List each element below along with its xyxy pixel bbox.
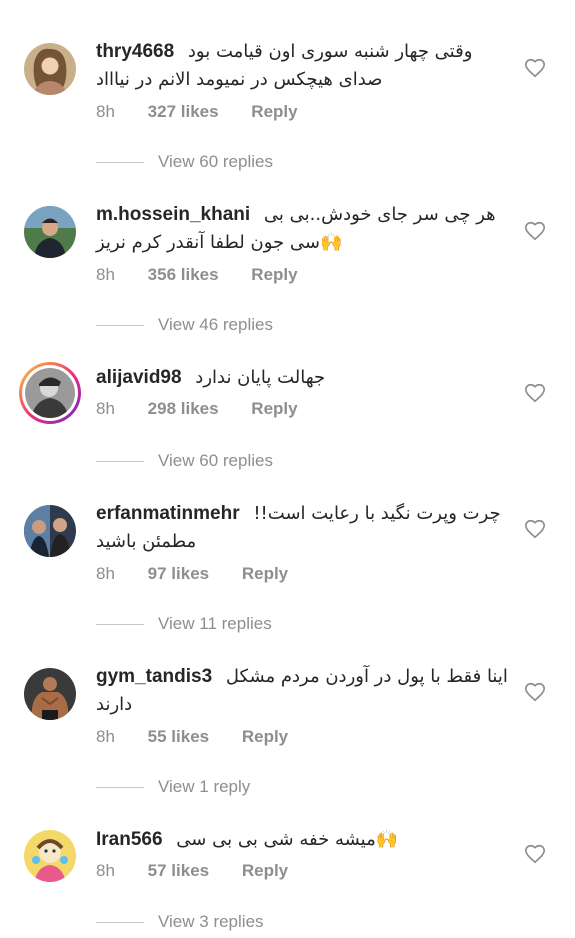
comment-line: gym_tandis3 اینا فقط با پول در آوردن مرد… — [96, 662, 515, 692]
heart-icon[interactable] — [524, 681, 546, 703]
comment-username[interactable]: alijavid98 — [96, 367, 182, 388]
likes-count[interactable]: 55 likes — [148, 725, 209, 749]
likes-count[interactable]: 97 likes — [148, 562, 209, 586]
comment-time: 8h — [96, 564, 115, 583]
reply-button[interactable]: Reply — [242, 562, 288, 586]
avatar[interactable] — [24, 43, 76, 95]
comment-username[interactable]: gym_tandis3 — [96, 666, 212, 687]
comment-line: thry4668 وقتی چهار شنبه سوری اون قیامت ب… — [96, 37, 515, 67]
comment-meta: 8h 55 likes Reply — [96, 725, 288, 749]
comment-text: وقتی چهار شنبه سوری اون قیامت بود — [187, 41, 473, 62]
comment-item: erfanmatinmehr چرت وپرت نگید با رعایت اس… — [0, 462, 575, 633]
reply-button[interactable]: Reply — [251, 100, 297, 124]
comment-meta: 8h 97 likes Reply — [96, 562, 288, 586]
comment-meta: 8h 298 likes Reply — [96, 397, 298, 421]
comment-line: 🙌سی جون لطفا آنقدر کرم نریز — [96, 228, 515, 258]
comment-line: Iran566 🙌میشه خفه شی بی بی سی — [96, 825, 515, 855]
replies-divider — [96, 922, 144, 924]
comment-item: gym_tandis3 اینا فقط با پول در آوردن مرد… — [0, 625, 575, 796]
reply-button[interactable]: Reply — [251, 397, 297, 421]
comment-item: thry4668 وقتی چهار شنبه سوری اون قیامت ب… — [0, 0, 575, 171]
comment-text: جهالت پایان ندارد — [195, 367, 326, 388]
comment-text: 🙌سی جون لطفا آنقدر کرم نریز — [96, 232, 343, 253]
avatar[interactable] — [24, 206, 76, 258]
heart-icon[interactable] — [524, 518, 546, 540]
view-replies-label: View 3 replies — [158, 912, 264, 931]
comment-line: erfanmatinmehr چرت وپرت نگید با رعایت اس… — [96, 499, 515, 529]
heart-icon[interactable] — [524, 220, 546, 242]
comment-username[interactable]: m.hossein_khani — [96, 204, 250, 225]
comment-text: اینا فقط با پول در آوردن مردم مشکل — [225, 666, 508, 687]
heart-icon[interactable] — [524, 382, 546, 404]
comment-meta: 8h 356 likes Reply — [96, 263, 298, 287]
reply-button[interactable]: Reply — [242, 859, 288, 883]
reply-button[interactable]: Reply — [251, 263, 297, 287]
heart-icon[interactable] — [524, 57, 546, 79]
comment-text: مطمئن باشید — [96, 531, 197, 552]
comment-line: m.hossein_khani هر چی سر جای خودش..بی بی — [96, 200, 515, 230]
comment-time: 8h — [96, 727, 115, 746]
comment-text: چرت وپرت نگید با رعایت است!! — [253, 503, 501, 524]
view-replies-button[interactable]: View 3 replies — [96, 910, 264, 934]
comment-username[interactable]: thry4668 — [96, 41, 174, 62]
comment-line: صدای هیچکس در نمیومد الانم در نیاااد — [96, 65, 515, 95]
avatar — [25, 368, 75, 418]
comment-meta: 8h 57 likes Reply — [96, 859, 288, 883]
comment-time: 8h — [96, 102, 115, 121]
comment-text: صدای هیچکس در نمیومد الانم در نیاااد — [96, 69, 383, 90]
comment-line: دارند — [96, 690, 515, 720]
avatar[interactable] — [24, 830, 76, 882]
likes-count[interactable]: 298 likes — [148, 397, 219, 421]
likes-count[interactable]: 57 likes — [148, 859, 209, 883]
comment-item: alijavid98 جهالت پایان ندارد 8h 298 like… — [0, 326, 575, 476]
comment-text: 🙌میشه خفه شی بی بی سی — [176, 829, 399, 850]
comment-line: مطمئن باشید — [96, 527, 515, 557]
comment-time: 8h — [96, 265, 115, 284]
heart-icon[interactable] — [524, 843, 546, 865]
comment-item: Iran566 🙌میشه خفه شی بی بی سی 8h 57 like… — [0, 788, 575, 938]
comment-username[interactable]: erfanmatinmehr — [96, 503, 240, 524]
reply-button[interactable]: Reply — [242, 725, 288, 749]
comment-username[interactable]: Iran566 — [96, 829, 163, 850]
likes-count[interactable]: 327 likes — [148, 100, 219, 124]
comment-time: 8h — [96, 861, 115, 880]
comment-meta: 8h 327 likes Reply — [96, 100, 298, 124]
comment-item: m.hossein_khani هر چی سر جای خودش..بی بی… — [0, 163, 575, 334]
avatar[interactable] — [24, 668, 76, 720]
comment-line: alijavid98 جهالت پایان ندارد — [96, 363, 515, 393]
likes-count[interactable]: 356 likes — [148, 263, 219, 287]
comment-text: دارند — [96, 694, 133, 715]
avatar[interactable] — [24, 505, 76, 557]
avatar-story-ring[interactable] — [19, 362, 81, 424]
comment-text: هر چی سر جای خودش..بی بی — [263, 204, 496, 225]
comment-time: 8h — [96, 399, 115, 418]
